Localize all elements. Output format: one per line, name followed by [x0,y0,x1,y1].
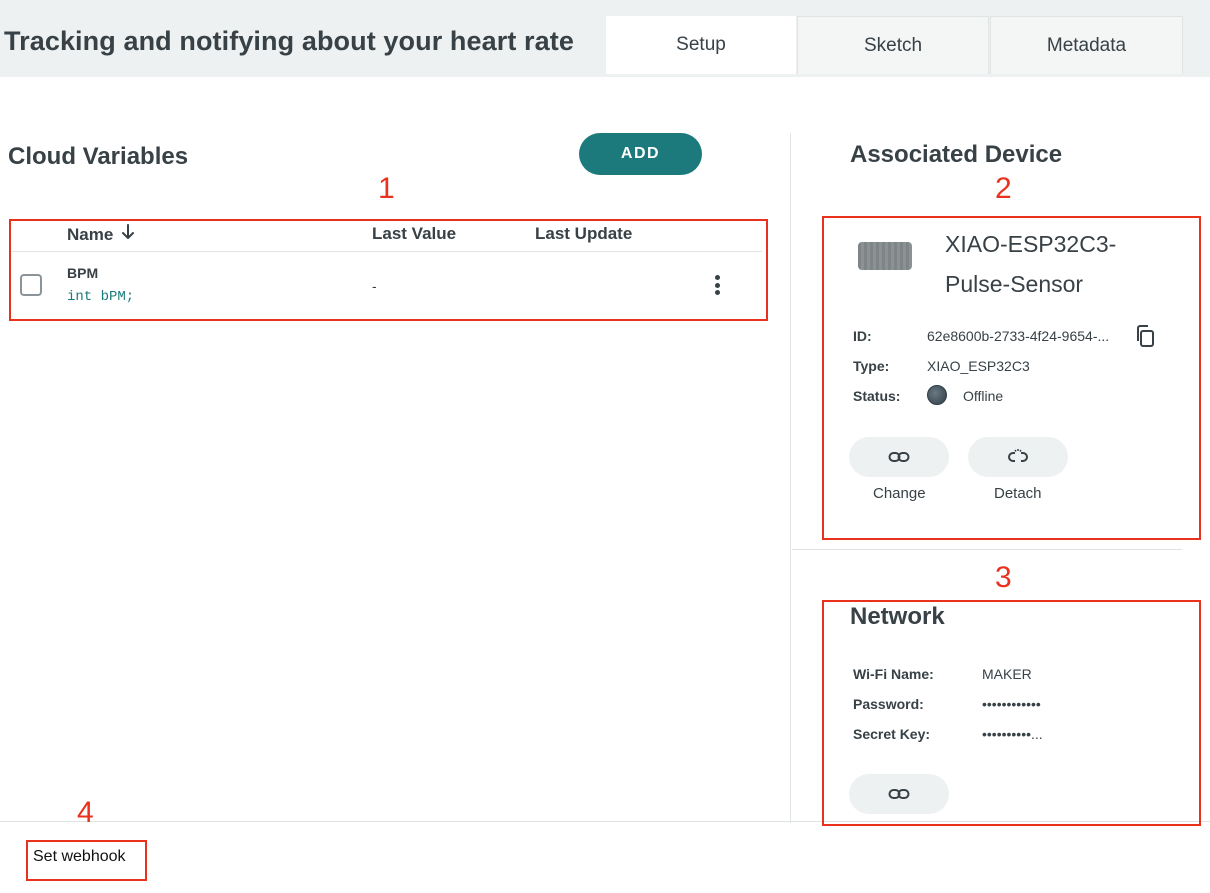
row-checkbox[interactable] [20,274,42,296]
tab-metadata[interactable]: Metadata [990,16,1183,74]
device-name-line-1: XIAO-ESP32C3- [945,231,1117,257]
detach-label: Detach [994,485,1042,502]
column-header-last-update[interactable]: Last Update [535,224,632,244]
device-network-divider [792,549,1182,550]
annotation-2: 2 [995,172,1012,205]
device-status-label: Status: [853,388,901,404]
tab-sketch[interactable]: Sketch [797,16,989,74]
variable-last-value: - [372,278,377,294]
secret-key-label: Secret Key: [853,726,931,742]
add-variable-button[interactable]: ADD [579,133,702,175]
arrow-down-icon[interactable] [121,224,135,245]
detach-device-button[interactable] [968,437,1068,477]
device-board-icon [858,242,912,270]
link-icon [888,789,910,799]
network-title: Network [850,603,945,630]
password-value: •••••••••••• [982,696,1041,712]
column-name-label: Name [67,225,114,244]
column-header-last-value[interactable]: Last Value [372,224,456,244]
link-icon [888,452,910,462]
device-id-value: 62e8600b-2733-4f24-9654-... [927,328,1110,344]
annotation-1: 1 [378,172,395,205]
more-options-icon[interactable] [707,272,727,298]
secret-key-value: ••••••••••... [982,726,1043,742]
variable-declaration: int bPM; [67,289,135,305]
device-status-value: Offline [963,388,1004,404]
page-title: Tracking and notifying about your heart … [4,26,574,56]
annotation-3: 3 [995,561,1012,594]
wifi-name-value: MAKER [982,666,1032,682]
network-link-button[interactable] [849,774,949,814]
associated-device-title: Associated Device [850,141,1063,168]
copy-icon[interactable] [1133,324,1157,348]
vertical-divider [790,133,791,823]
annotation-4: 4 [77,796,94,829]
status-offline-icon [927,385,947,405]
device-id-label: ID: [853,328,872,344]
password-label: Password: [853,696,924,712]
unlink-icon [1008,449,1028,462]
tab-setup[interactable]: Setup [606,16,796,74]
cloud-variables-title: Cloud Variables [8,143,189,170]
column-header-name[interactable]: Name [67,224,135,245]
variable-name: BPM [67,265,99,281]
wifi-name-label: Wi-Fi Name: [853,666,934,682]
device-name-line-2: Pulse-Sensor [945,271,1084,297]
device-name: XIAO-ESP32C3- Pulse-Sensor [945,224,1175,304]
change-device-button[interactable] [849,437,949,477]
device-type-label: Type: [853,358,890,374]
device-type-value: XIAO_ESP32C3 [927,358,1030,374]
change-label: Change [873,485,926,502]
set-webhook-link[interactable]: Set webhook [33,848,126,866]
table-header-divider [12,251,762,252]
